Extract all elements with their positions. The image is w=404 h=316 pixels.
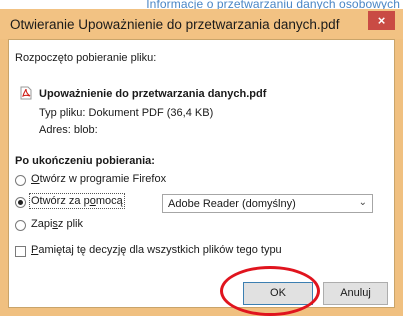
option-open-in-firefox-label: Otwórz w programie Firefox bbox=[31, 173, 167, 185]
option-open-with-label: Otwórz za pomocą bbox=[29, 193, 125, 209]
cancel-button[interactable]: Anuluj bbox=[323, 282, 388, 305]
download-started-label: Rozpoczęto pobieranie pliku: bbox=[15, 52, 157, 64]
option-save-file-label: Zapisz plik bbox=[31, 218, 83, 230]
ok-highlight-circle bbox=[220, 266, 320, 316]
open-with-select-value: Adobe Reader (domyślny) bbox=[168, 198, 296, 210]
after-download-heading: Po ukończeniu pobierania: bbox=[15, 155, 155, 167]
dialog-content: Rozpoczęto pobieranie pliku: Upoważnieni… bbox=[8, 39, 395, 308]
open-with-select[interactable]: Adobe Reader (domyślny) ⌄ bbox=[162, 194, 373, 213]
file-address: Adres: blob: bbox=[39, 124, 98, 136]
remember-label: Pamiętaj tę decyzję dla wszystkich plikó… bbox=[31, 244, 282, 256]
radio-open-in-firefox[interactable] bbox=[15, 175, 26, 186]
dialog-title: Otwieranie Upoważnienie do przetwarzania… bbox=[10, 17, 340, 32]
radio-save-file[interactable] bbox=[15, 220, 26, 231]
pdf-file-icon bbox=[20, 86, 32, 100]
close-button[interactable]: × bbox=[368, 11, 395, 30]
file-name: Upoważnienie do przetwarzania danych.pdf bbox=[39, 88, 267, 100]
radio-open-with[interactable] bbox=[15, 197, 26, 208]
file-type: Typ pliku: Dokument PDF (36,4 KB) bbox=[39, 107, 214, 119]
chevron-down-icon: ⌄ bbox=[358, 197, 367, 208]
open-file-dialog: Otwieranie Upoważnienie do przetwarzania… bbox=[0, 9, 403, 316]
remember-checkbox[interactable] bbox=[15, 246, 26, 257]
dialog-titlebar: Otwieranie Upoważnienie do przetwarzania… bbox=[0, 9, 403, 39]
